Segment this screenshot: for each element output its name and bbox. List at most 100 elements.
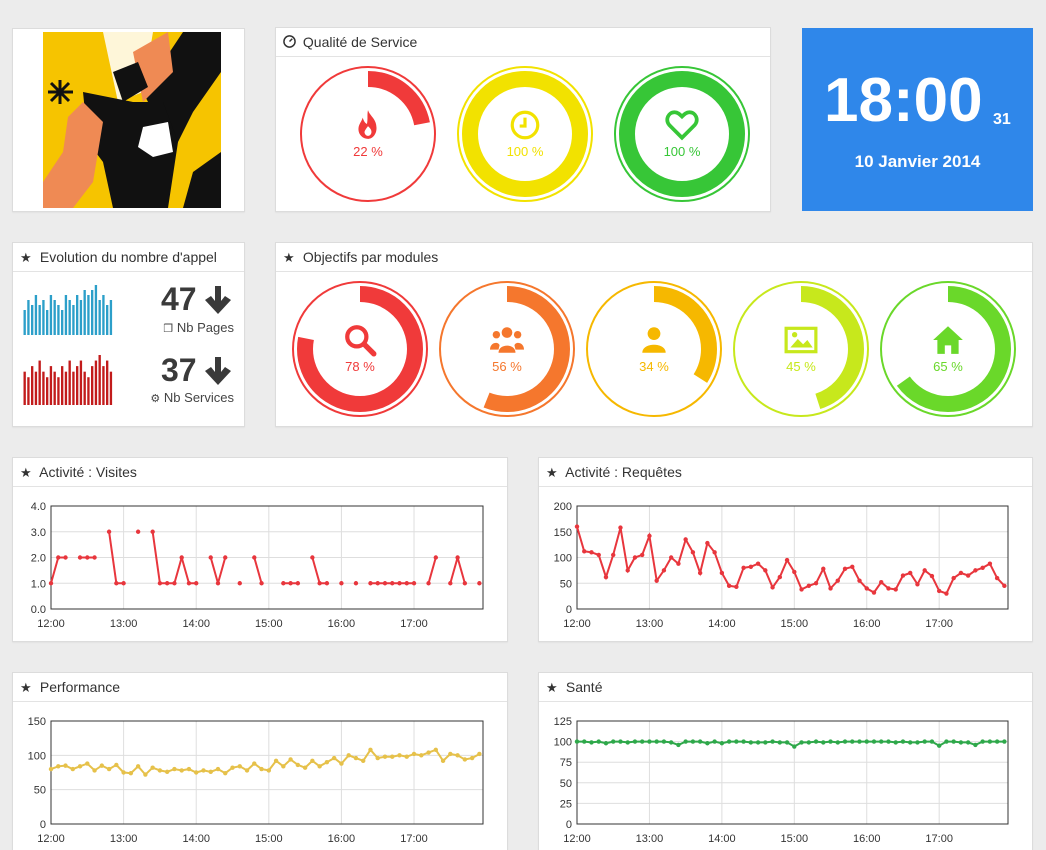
mini-bar xyxy=(106,305,109,335)
quality-gauge-2: 100 % xyxy=(454,63,596,205)
data-point xyxy=(448,751,453,757)
x-tick-label: 16:00 xyxy=(853,833,881,845)
mini-bar xyxy=(23,310,26,335)
series-segment xyxy=(449,557,459,584)
mini-bar xyxy=(53,300,56,335)
data-point xyxy=(143,772,148,777)
data-point xyxy=(186,766,192,772)
performance-panel: ★ Performance 0 50 100 150 12:00 13:00 14:00 15… xyxy=(12,672,508,850)
data-point xyxy=(871,739,877,744)
data-point xyxy=(647,533,652,539)
data-point xyxy=(288,757,293,762)
y-tick-label: 100 xyxy=(554,737,572,749)
data-point xyxy=(302,765,308,770)
data-point xyxy=(382,581,388,586)
data-point xyxy=(647,739,652,744)
data-point xyxy=(639,739,645,744)
data-point xyxy=(625,568,630,573)
data-point xyxy=(668,555,674,560)
data-point xyxy=(172,766,177,772)
data-point xyxy=(121,770,126,775)
data-point xyxy=(951,575,956,581)
x-tick-label: 15:00 xyxy=(781,833,809,845)
modules-title: Objectifs par modules xyxy=(302,249,439,265)
mini-bar xyxy=(79,360,83,405)
x-tick-label: 12:00 xyxy=(563,833,591,845)
data-point xyxy=(281,764,286,769)
data-point xyxy=(194,581,199,586)
data-point xyxy=(208,555,213,560)
data-point xyxy=(353,581,359,586)
data-point xyxy=(310,758,315,764)
data-point xyxy=(179,768,184,773)
data-point xyxy=(690,739,696,744)
visits-panel: ★ Activité : Visites 0.0 1.0 2.0 3.0 4.0 12:0… xyxy=(12,457,508,642)
calls-title: Evolution du nombre d'appel xyxy=(39,249,217,265)
module-gauge-3: 34 % xyxy=(583,278,725,420)
health-panel-header: ★ Santé xyxy=(539,673,1032,702)
arrow-down-icon xyxy=(202,284,234,321)
data-point xyxy=(172,581,177,586)
mini-bar xyxy=(42,300,45,335)
data-point xyxy=(310,555,315,560)
mini-bar xyxy=(49,366,53,405)
series-segment xyxy=(456,557,466,584)
module-gauge-2: 56 % xyxy=(436,278,578,420)
data-point xyxy=(842,566,848,572)
data-point xyxy=(419,753,424,758)
data-point xyxy=(792,744,797,749)
data-point xyxy=(77,764,83,769)
x-tick-label: 17:00 xyxy=(400,833,428,845)
data-point xyxy=(317,581,322,586)
mini-bar xyxy=(31,305,34,335)
data-point xyxy=(85,761,90,766)
data-point xyxy=(980,739,985,744)
data-point xyxy=(661,739,667,744)
services-count: 37 xyxy=(161,352,197,388)
calls-panel-header: ★ Evolution du nombre d'appel xyxy=(13,243,244,272)
mini-bar xyxy=(94,360,98,405)
star-icon: ★ xyxy=(20,250,32,265)
mini-bar xyxy=(38,305,41,335)
data-point xyxy=(589,740,594,745)
mini-bar xyxy=(68,300,71,335)
data-point xyxy=(799,740,804,745)
mini-bar xyxy=(53,371,56,405)
cogs-icon: ⚙ xyxy=(150,393,161,405)
mini-bar xyxy=(57,305,60,335)
data-point xyxy=(99,763,105,768)
data-point xyxy=(48,581,54,586)
data-point xyxy=(477,751,482,757)
data-point xyxy=(295,762,301,768)
visits-chart: 0.0 1.0 2.0 3.0 4.0 12:00 13:00 14:00 15:00 16:00… xyxy=(31,501,484,630)
data-point xyxy=(194,770,199,775)
mini-bar xyxy=(27,300,30,335)
data-point xyxy=(85,555,90,560)
data-point xyxy=(763,740,768,745)
clock-panel: 18:00 31 10 Janvier 2014 xyxy=(802,28,1033,211)
mini-bar xyxy=(102,295,105,335)
y-tick-label: 100 xyxy=(554,553,572,565)
data-point xyxy=(375,755,380,761)
data-point xyxy=(92,555,97,560)
data-point xyxy=(596,739,601,744)
y-tick-label: 200 xyxy=(554,501,572,513)
y-tick-label: 0.0 xyxy=(31,604,46,616)
data-point xyxy=(850,739,855,744)
data-point xyxy=(404,754,409,759)
x-tick-label: 14:00 xyxy=(708,833,736,845)
data-point xyxy=(661,568,667,573)
data-point xyxy=(135,764,141,769)
quality-gauge-label: 22 % xyxy=(353,144,383,159)
data-point xyxy=(288,581,293,586)
data-point xyxy=(908,570,913,576)
requests-chart: 0 50 100 150 200 12:00 13:00 14:00 15:00 16:00 17:… xyxy=(554,501,1009,630)
quality-gauge-label: 100 % xyxy=(506,144,544,159)
data-point xyxy=(201,768,206,773)
performance-title: Performance xyxy=(39,679,121,695)
data-point xyxy=(208,769,213,775)
data-point xyxy=(157,768,163,773)
data-point xyxy=(726,739,732,744)
series-segment xyxy=(427,557,437,584)
x-tick-label: 17:00 xyxy=(400,618,428,630)
